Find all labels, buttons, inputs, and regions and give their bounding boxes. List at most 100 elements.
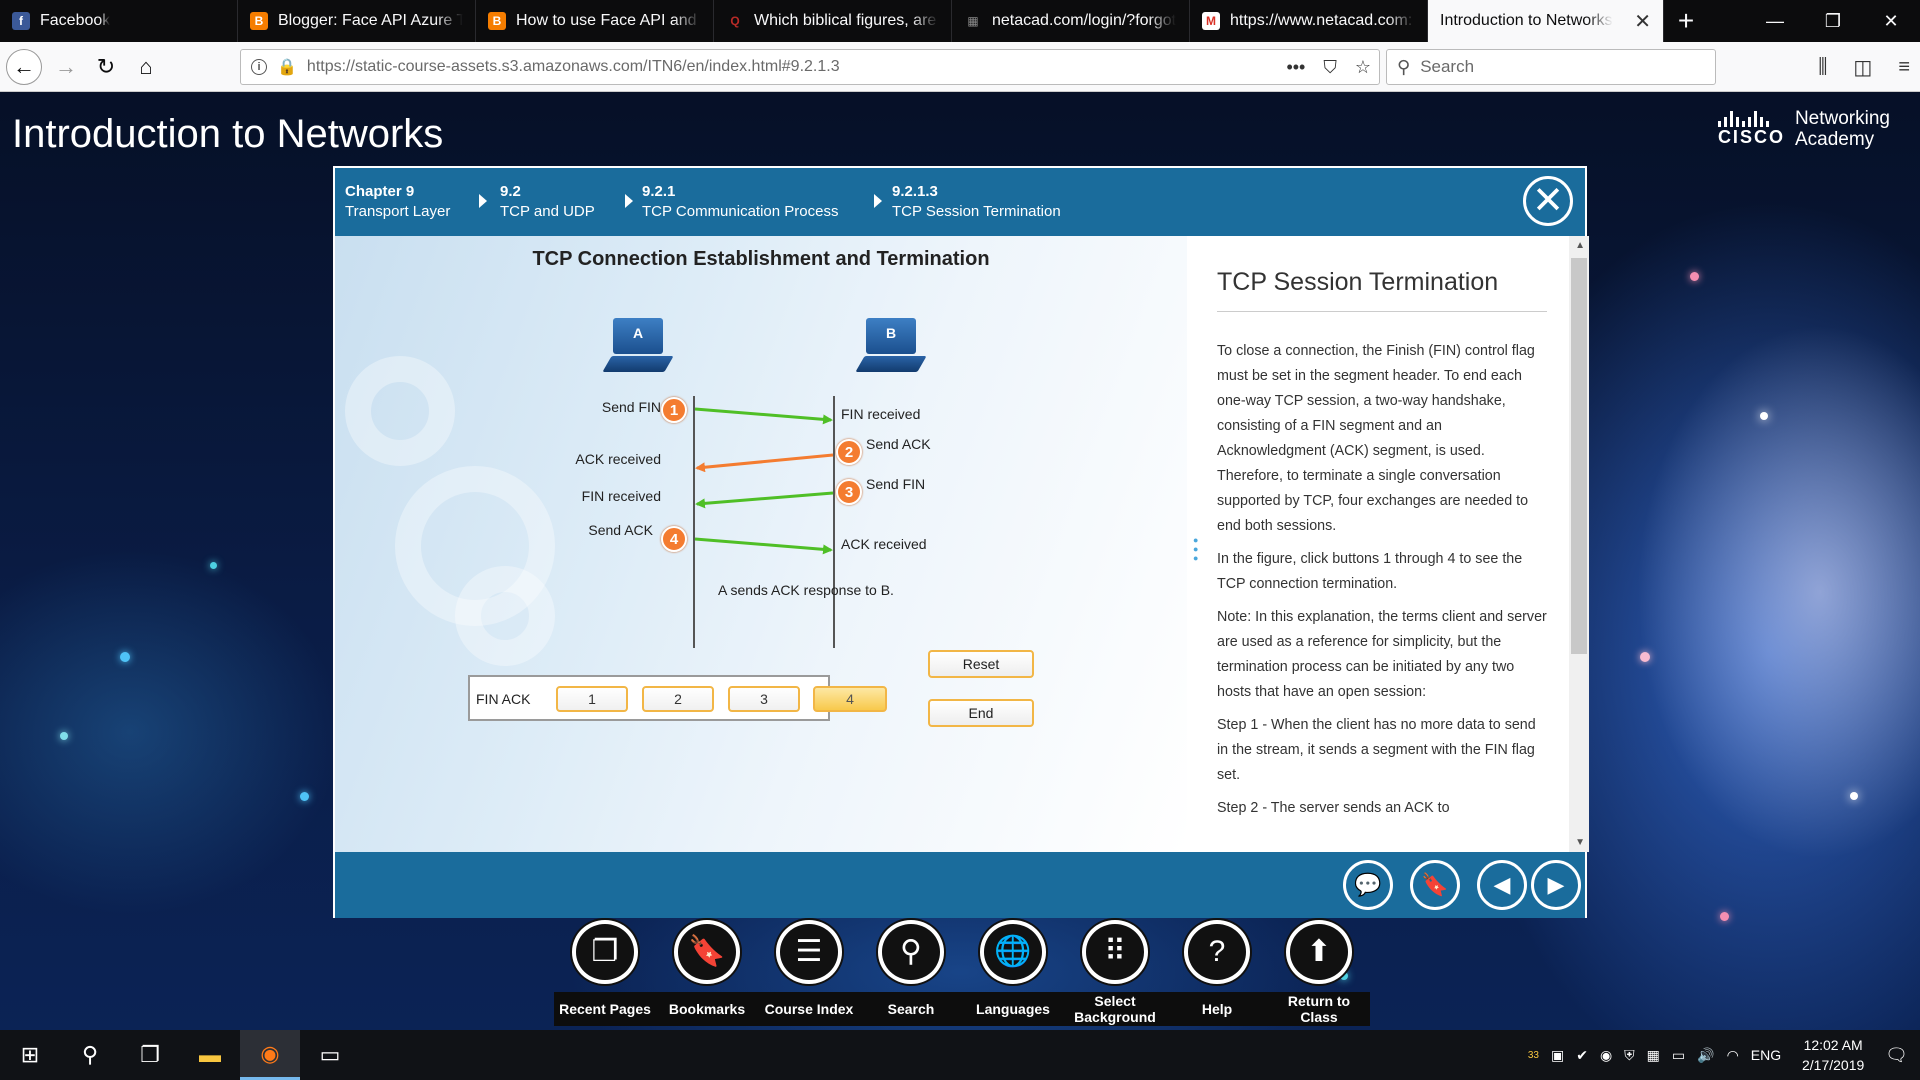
tab-quora[interactable]: Q Which biblical figures, are M — [714, 0, 952, 42]
section-body: To close a connection, the Finish (FIN) … — [1217, 339, 1547, 829]
return-to-class-button[interactable]: ⬆ Return to Class — [1268, 918, 1370, 1026]
arrow-right-icon: ▶ — [1547, 872, 1565, 897]
system-tray: 33 ▣ ✔ ◉ ⛨ ▦ ▭ 🔊 ◠ ENG 12:02 AM 2/17/201… — [1528, 1035, 1920, 1075]
bookmarks-button[interactable]: 🔖 Bookmarks — [656, 918, 758, 1026]
tab-introduction-to-networks[interactable]: Introduction to Networks ✕ — [1428, 0, 1664, 42]
step-button-2[interactable]: 2 — [642, 686, 714, 712]
next-page-button[interactable]: ▶ — [1531, 860, 1581, 910]
wifi-icon[interactable]: ◠ — [1727, 1047, 1739, 1064]
reload-button[interactable]: ↻ — [88, 49, 124, 85]
breadcrumb-chapter[interactable]: Chapter 9 Transport Layer — [345, 182, 450, 222]
security-icon[interactable]: ⛨ — [1624, 1047, 1635, 1064]
tab-netacad-mail[interactable]: M https://www.netacad.com: R — [1190, 0, 1428, 42]
label-b-send-fin: Send FIN — [866, 476, 926, 492]
home-button[interactable]: ⌂ — [128, 49, 164, 85]
bookmark-star-icon[interactable]: ☆ — [1355, 57, 1371, 78]
notifications-icon[interactable]: 🗨 — [1885, 1045, 1908, 1066]
cisco-bars-icon — [1717, 110, 1785, 127]
forward-button[interactable]: → — [48, 49, 84, 85]
step-button-1[interactable]: 1 — [556, 686, 628, 712]
step-button-4[interactable]: 4 — [813, 686, 887, 712]
breadcrumb-page[interactable]: 9.2.1.3 TCP Session Termination — [892, 182, 1061, 222]
close-module-button[interactable]: ✕ — [1523, 176, 1573, 226]
volume-icon[interactable]: 🔊 — [1697, 1047, 1714, 1064]
arrow-ack-a-to-b — [694, 537, 833, 555]
menu-icon[interactable]: ≡ — [1898, 56, 1910, 79]
close-window-icon[interactable]: ✕ — [1862, 0, 1920, 42]
breadcrumb-number: 9.2 — [500, 183, 521, 200]
course-search-button[interactable]: ⚲ Search — [860, 918, 962, 1026]
quora-icon: Q — [730, 14, 740, 28]
new-tab-button[interactable]: + — [1664, 0, 1708, 42]
record-icon[interactable]: ◉ — [1600, 1047, 1612, 1064]
breadcrumb-topic[interactable]: 9.2.1 TCP Communication Process — [642, 182, 838, 222]
windows-taskbar: ⊞ ⚲ ❐ ▬ ◉ ▭ 33 ▣ ✔ ◉ ⛨ ▦ ▭ 🔊 ◠ ENG 12:02… — [0, 1030, 1920, 1080]
network-icon[interactable]: ▦ — [1647, 1047, 1660, 1064]
panel-resize-handle[interactable]: ● ● ● — [1193, 536, 1198, 563]
scroll-up-icon[interactable]: ▲ — [1575, 240, 1585, 251]
sidebar-icon[interactable]: ◫ — [1853, 55, 1872, 80]
select-background-button[interactable]: ⠿ Select Background — [1064, 918, 1166, 1026]
tab-netacad-login[interactable]: ▦ netacad.com/login/?forgot — [952, 0, 1190, 42]
firefox-icon[interactable]: ◉ — [240, 1030, 300, 1080]
scroll-down-icon[interactable]: ▼ — [1575, 837, 1585, 848]
clock-time: 12:02 AM — [1803, 1037, 1863, 1053]
arrow-fin-b-to-a — [695, 491, 834, 509]
url-bar[interactable]: i 🔒 https://static-course-assets.s3.amaz… — [240, 49, 1380, 85]
step-marker-2: 2 — [836, 439, 862, 465]
module-bottom-bar: 💬 🔖 ◀ ▶ — [335, 852, 1585, 918]
tab-facebook[interactable]: f Facebook — [0, 0, 238, 42]
search-icon: ⚲ — [1397, 56, 1411, 77]
file-explorer-icon[interactable]: ▬ — [180, 1030, 240, 1080]
teams-icon[interactable]: ▣ — [1551, 1047, 1564, 1064]
label-a-ack-received: ACK received — [575, 451, 661, 467]
end-button[interactable]: End — [928, 699, 1034, 727]
battery-icon[interactable]: ▭ — [1672, 1047, 1685, 1064]
step-marker-3: 3 — [836, 479, 862, 505]
reset-button[interactable]: Reset — [928, 650, 1034, 678]
label-a-send-fin: Send FIN — [601, 399, 661, 415]
task-view-icon[interactable]: ❐ — [120, 1030, 180, 1080]
info-icon[interactable]: i — [251, 59, 267, 75]
tab-label: netacad.com/login/?forgot — [992, 12, 1177, 29]
previous-page-button[interactable]: ◀ — [1477, 860, 1527, 910]
tab-label: How to use Face API and ut — [516, 12, 701, 29]
text-scrollbar[interactable]: ▲ ▼ — [1569, 236, 1589, 852]
library-icon[interactable]: ⫼ — [1818, 56, 1827, 79]
close-tab-icon[interactable]: ✕ — [1634, 9, 1651, 34]
recent-pages-button[interactable]: ❐ Recent Pages — [554, 918, 656, 1026]
tab-how-to-use-face-api[interactable]: B How to use Face API and ut — [476, 0, 714, 42]
tray-badge-count: 33 — [1527, 1049, 1539, 1061]
search-input[interactable]: ⚲ Search — [1386, 49, 1716, 85]
windows-start-icon[interactable]: ⊞ — [0, 1030, 60, 1080]
brand-line-2: Academy — [1794, 129, 1875, 150]
paragraph-step-1: Step 1 - When the client has no more dat… — [1217, 717, 1536, 783]
clock[interactable]: 12:02 AM 2/17/2019 — [1793, 1035, 1873, 1075]
languages-button[interactable]: 🌐 Languages — [962, 918, 1064, 1026]
restore-window-icon[interactable]: ❐ — [1804, 0, 1862, 42]
label-b-send-ack: Send ACK — [866, 436, 931, 452]
note-label: Note — [1217, 609, 1248, 625]
url-path: /ITN6/en/index.html#9.2.1.3 — [643, 58, 840, 75]
close-icon: ✕ — [1532, 180, 1564, 222]
bookmark-button[interactable]: 🔖 — [1410, 860, 1460, 910]
step-button-3[interactable]: 3 — [728, 686, 800, 712]
scroll-thumb[interactable] — [1571, 258, 1587, 654]
course-index-button[interactable]: ☰ Course Index — [758, 918, 860, 1026]
back-button[interactable]: ← — [6, 49, 42, 85]
page-actions-icon[interactable]: ••• — [1286, 57, 1305, 78]
browser-nav-bar: ← → ↻ ⌂ i 🔒 https://static-course-assets… — [0, 42, 1920, 92]
sync-icon[interactable]: ✔ — [1576, 1047, 1588, 1064]
tab-blogger-face-api[interactable]: B Blogger: Face API Azure Tec — [238, 0, 476, 42]
help-button[interactable]: ? Help — [1166, 918, 1268, 1026]
step-1-label: Step 1 — [1217, 717, 1259, 733]
comment-button[interactable]: 💬 — [1343, 860, 1393, 910]
terminal-icon[interactable]: ▭ — [300, 1030, 360, 1080]
input-language[interactable]: ENG — [1751, 1047, 1781, 1063]
minimize-window-icon[interactable]: — — [1746, 0, 1804, 42]
pocket-icon[interactable]: ⛉ — [1323, 57, 1337, 78]
search-icon[interactable]: ⚲ — [60, 1030, 120, 1080]
breadcrumb-number: 9.2.1 — [642, 183, 676, 200]
breadcrumb-section[interactable]: 9.2 TCP and UDP — [500, 182, 595, 222]
label-b-ack-received: ACK received — [841, 536, 927, 552]
